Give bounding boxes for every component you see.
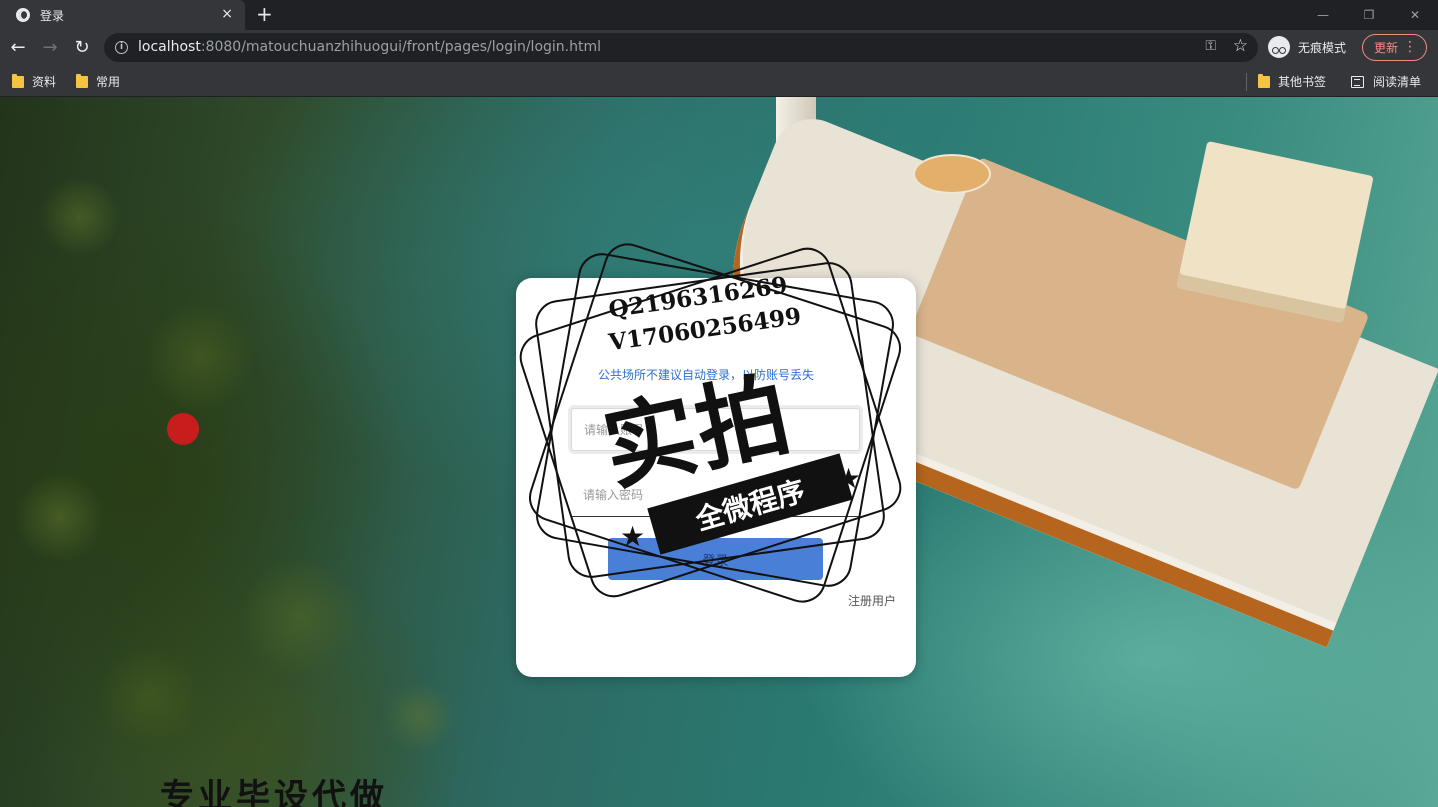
boat-hatch <box>913 154 991 194</box>
new-tab-button[interactable]: + <box>256 3 273 25</box>
bookmark-divider <box>1246 73 1247 91</box>
back-arrow-icon[interactable]: ← <box>7 37 29 59</box>
incognito-icon <box>1268 36 1290 58</box>
globe-icon <box>16 8 30 22</box>
folder-icon <box>1258 73 1270 88</box>
folder-icon <box>12 73 24 88</box>
minimize-button[interactable]: — <box>1300 0 1346 30</box>
username-field[interactable] <box>571 408 860 451</box>
bookmark-star-icon[interactable]: ☆ <box>1233 36 1248 56</box>
password-input[interactable] <box>571 474 860 516</box>
reload-icon[interactable]: ↻ <box>71 37 93 59</box>
cursor-highlight <box>167 413 199 445</box>
bookmark-label: 资料 <box>32 75 57 89</box>
reading-list-label: 阅读清单 <box>1373 75 1422 89</box>
close-window-button[interactable]: ✕ <box>1392 0 1438 30</box>
tab-login[interactable]: 登录 × <box>0 0 245 30</box>
incognito-label: 无痕模式 <box>1298 40 1347 55</box>
incognito-indicator[interactable]: 无痕模式 <box>1268 36 1346 58</box>
other-bookmarks[interactable]: 其他书签 <box>1258 73 1326 90</box>
url-path: :8080/matouchuanzhihuogui/front/pages/lo… <box>200 39 601 55</box>
browser-toolbar: ← → ↻ i localhost:8080/matouchuanzhihuog… <box>0 30 1438 66</box>
info-icon[interactable]: i <box>115 41 128 54</box>
update-button[interactable]: 更新 ⋮ <box>1362 34 1427 61</box>
login-button[interactable]: 登录 <box>608 538 823 580</box>
restore-button[interactable]: ❐ <box>1346 0 1392 30</box>
seaweed-area <box>0 97 520 807</box>
folder-icon <box>76 73 88 88</box>
bookmark-folder-changyong[interactable]: 常用 <box>76 73 120 90</box>
url-host: localhost <box>138 39 201 55</box>
reading-list-icon <box>1351 75 1364 88</box>
url-text[interactable]: localhost:8080/matouchuanzhihuogui/front… <box>138 39 601 55</box>
bookmark-label: 常用 <box>96 75 121 89</box>
other-bookmarks-label: 其他书签 <box>1278 75 1327 89</box>
menu-dots-icon: ⋮ <box>1403 39 1417 55</box>
register-link[interactable]: 注册用户 <box>848 592 896 609</box>
address-bar[interactable]: i localhost:8080/matouchuanzhihuogui/fro… <box>104 33 1258 62</box>
bookmarks-bar: 资料 常用 其他书签 阅读清单 <box>0 66 1438 97</box>
auto-login-notice: 公共场所不建议自动登录，以防账号丢失 <box>598 368 815 382</box>
tab-title: 登录 <box>40 8 65 23</box>
key-icon[interactable]: ⚿ <box>1205 38 1216 54</box>
close-tab-icon[interactable]: × <box>221 6 233 22</box>
forward-arrow-icon[interactable]: → <box>39 37 61 59</box>
watermark-bottom-text: 专业毕设代做 <box>160 777 388 807</box>
reading-list[interactable]: 阅读清单 <box>1351 73 1421 90</box>
update-label: 更新 <box>1374 41 1399 55</box>
bookmark-folder-ziliao[interactable]: 资料 <box>12 73 56 90</box>
username-input[interactable] <box>572 409 859 450</box>
tab-strip: 登录 × + — ❐ ✕ <box>0 0 1438 30</box>
password-field[interactable] <box>571 474 860 517</box>
window-controls: — ❐ ✕ <box>1300 0 1438 30</box>
